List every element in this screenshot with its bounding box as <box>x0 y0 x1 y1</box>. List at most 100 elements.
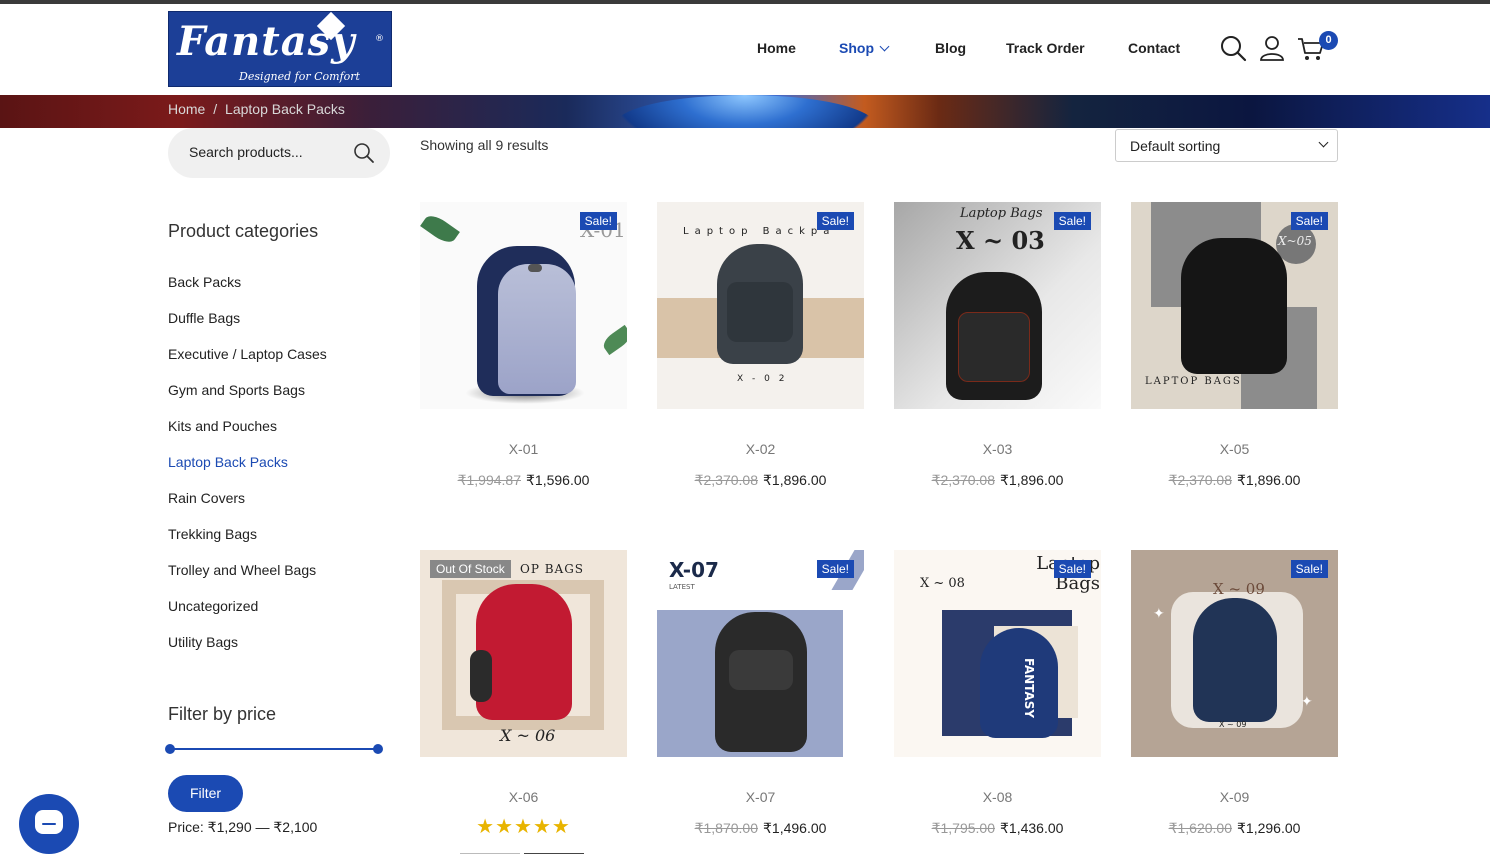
sale-badge: Sale! <box>816 212 854 230</box>
old-price: ₹2,370.08 <box>694 472 758 488</box>
product-image-brand: FANTASY <box>1022 658 1036 719</box>
filter-button[interactable]: Filter <box>168 775 243 812</box>
backpack-front-panel <box>958 312 1030 382</box>
chat-widget-button[interactable] <box>19 794 79 854</box>
sale-badge: Sale! <box>1290 560 1328 578</box>
product-image-label: LAPTOP BAGS <box>1145 376 1242 387</box>
product-price-partial <box>420 846 627 854</box>
product-name[interactable]: X-09 <box>1131 789 1338 805</box>
sale-price: ₹1,896.00 <box>763 472 827 488</box>
star-rating: ★★★★★ <box>476 814 571 838</box>
sale-badge: Sale! <box>1053 212 1091 230</box>
nav-shop[interactable]: Shop <box>839 40 890 56</box>
leaf-decoration <box>600 324 627 356</box>
category-trekking-bags[interactable]: Trekking Bags <box>168 526 257 542</box>
product-image-label: X ~ 08 <box>920 576 965 591</box>
price-slider-max-handle[interactable] <box>373 744 383 754</box>
category-trolley-wheel-bags[interactable]: Trolley and Wheel Bags <box>168 562 316 578</box>
product-image-label: Laptop Backpa <box>683 226 836 237</box>
old-price: ₹1,795.00 <box>931 820 995 836</box>
product-name[interactable]: X-07 <box>657 789 864 805</box>
out-of-stock-badge: Out Of Stock <box>430 560 511 578</box>
side-mesh-pocket <box>470 650 492 702</box>
price-slider-range[interactable] <box>170 748 378 750</box>
category-back-packs[interactable]: Back Packs <box>168 274 241 290</box>
product-image-script: X ~ 06 <box>500 726 556 745</box>
sparkle-decoration: ✦ <box>1153 606 1165 622</box>
nav-home[interactable]: Home <box>757 40 796 56</box>
product-name[interactable]: X-06 <box>420 789 627 805</box>
category-utility-bags[interactable]: Utility Bags <box>168 634 238 650</box>
sort-select[interactable]: Default sorting <box>1115 129 1338 162</box>
breadcrumb-separator: / <box>213 101 218 117</box>
product-price: ₹1,994.87 ₹1,596.00 <box>420 472 627 489</box>
product-image-script: Laptop Bags <box>960 206 1043 221</box>
product-name[interactable]: X-02 <box>657 441 864 457</box>
sale-price: ₹1,896.00 <box>1000 472 1064 488</box>
product-image[interactable]: X~05 LAPTOP BAGS <box>1131 202 1338 409</box>
category-rain-covers[interactable]: Rain Covers <box>168 490 245 506</box>
banner-planet-image <box>615 95 875 128</box>
category-laptop-back-packs[interactable]: Laptop Back Packs <box>168 454 288 470</box>
leaf-decoration <box>420 211 460 247</box>
product-name[interactable]: X-01 <box>420 441 627 457</box>
breadcrumb-home[interactable]: Home <box>168 101 205 117</box>
logo-patch <box>528 264 542 272</box>
sale-badge: Sale! <box>816 560 854 578</box>
product-categories-title: Product categories <box>168 221 319 241</box>
product-image[interactable]: Laptop Backpa X - 0 2 <box>657 202 864 409</box>
sale-badge: Sale! <box>1290 212 1328 230</box>
nav-contact[interactable]: Contact <box>1128 40 1180 56</box>
backpack-image <box>1193 598 1277 722</box>
site-header: Fantasy ® Designed for Comfort Home Shop… <box>0 4 1490 95</box>
search-submit-icon[interactable] <box>353 142 375 164</box>
product-image-label: X ~ 03 <box>956 226 1045 255</box>
cart-count-badge: 0 <box>1319 31 1338 50</box>
user-icon[interactable] <box>1258 34 1286 62</box>
product-image[interactable]: X-01 <box>420 202 627 409</box>
search-icon[interactable] <box>1219 34 1247 62</box>
old-price: ₹2,370.08 <box>1168 472 1232 488</box>
sale-price: ₹1,296.00 <box>1237 820 1301 836</box>
nav-blog[interactable]: Blog <box>935 40 966 56</box>
backpack-image <box>1181 238 1287 374</box>
sale-price: ₹1,496.00 <box>763 820 827 836</box>
old-price: ₹1,994.87 <box>457 472 521 488</box>
price-slider-min-handle[interactable] <box>165 744 175 754</box>
product-image[interactable]: X ~ 09 X ~ 09 ✦ ✦ <box>1131 550 1338 757</box>
sale-badge: Sale! <box>1053 560 1091 578</box>
product-image[interactable]: X ~ 08 Laptop Bags FANTASY <box>894 550 1101 757</box>
product-image-code: X - 0 2 <box>737 374 788 384</box>
product-name[interactable]: X-05 <box>1131 441 1338 457</box>
backpack-front-panel <box>498 264 576 394</box>
category-uncategorized[interactable]: Uncategorized <box>168 598 258 614</box>
product-price: ₹1,870.00 ₹1,496.00 <box>657 820 864 837</box>
product-image[interactable]: X-07 LATEST <box>657 550 864 757</box>
sale-price: ₹1,596.00 <box>526 472 590 488</box>
search-input[interactable]: Search products... <box>189 144 303 160</box>
old-price: ₹2,370.08 <box>931 472 995 488</box>
product-image[interactable]: OP BAGS X ~ 06 <box>420 550 627 757</box>
product-price: ₹2,370.08 ₹1,896.00 <box>1131 472 1338 489</box>
category-duffle-bags[interactable]: Duffle Bags <box>168 310 240 326</box>
category-executive-laptop-cases[interactable]: Executive / Laptop Cases <box>168 346 327 362</box>
backpack-front-panel <box>729 650 793 690</box>
product-image-script: X~05 <box>1278 234 1312 248</box>
product-name[interactable]: X-08 <box>894 789 1101 805</box>
sale-price: ₹1,896.00 <box>1237 472 1301 488</box>
chat-icon <box>35 810 63 834</box>
product-name[interactable]: X-03 <box>894 441 1101 457</box>
category-gym-sports-bags[interactable]: Gym and Sports Bags <box>168 382 305 398</box>
category-kits-pouches[interactable]: Kits and Pouches <box>168 418 277 434</box>
product-price: ₹2,370.08 ₹1,896.00 <box>657 472 864 489</box>
nav-track-order[interactable]: Track Order <box>1006 40 1085 56</box>
product-image-label: OP BAGS <box>520 562 585 576</box>
product-image-sub: LATEST <box>669 583 695 591</box>
filter-by-price-title: Filter by price <box>168 704 277 724</box>
backpack-image <box>980 628 1058 738</box>
product-price: ₹1,620.00 ₹1,296.00 <box>1131 820 1338 837</box>
product-image[interactable]: Laptop Bags X ~ 03 <box>894 202 1101 409</box>
product-search[interactable]: Search products... <box>168 128 390 178</box>
nav-shop-label: Shop <box>839 40 874 56</box>
breadcrumb-current: Laptop Back Packs <box>225 101 345 117</box>
